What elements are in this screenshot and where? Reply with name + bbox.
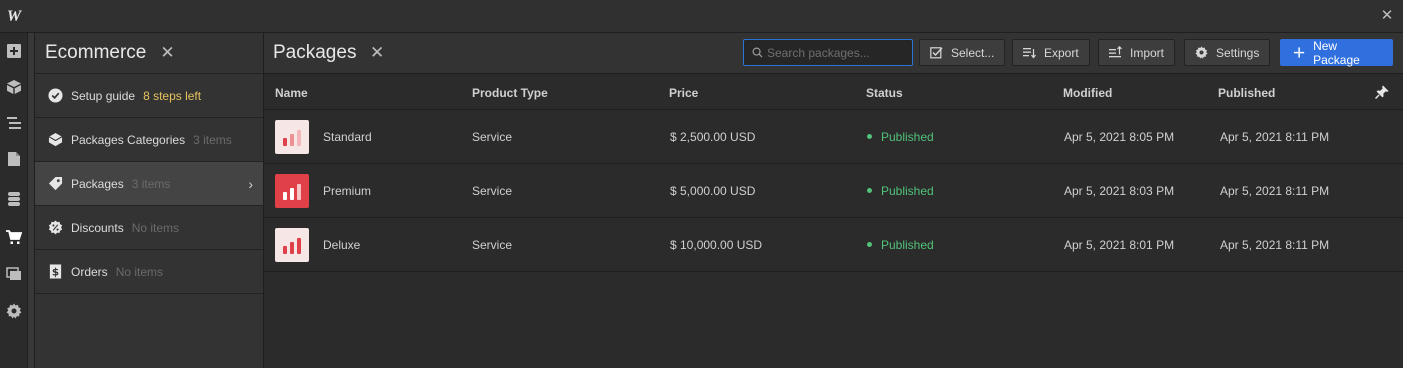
tag-icon: [47, 176, 63, 192]
item-count-note: 3 items: [131, 176, 171, 191]
webflow-logo: W: [6, 7, 22, 25]
close-packages-icon[interactable]: ✕: [370, 43, 384, 63]
ecommerce-cart-icon[interactable]: [0, 222, 28, 252]
ecommerce-item-packages[interactable]: Packages 3 items ›: [35, 162, 263, 206]
table-row[interactable]: Standard Service $ 2,500.00 USD Publishe…: [264, 110, 1403, 164]
cell-published: Apr 5, 2021 8:11 PM: [1220, 184, 1330, 198]
status-dot-icon: [867, 242, 872, 248]
navigator-icon[interactable]: [0, 108, 28, 138]
export-label: Export: [1044, 45, 1079, 60]
ecommerce-item-label: Setup guide: [71, 88, 136, 103]
chevron-right-icon: ›: [248, 176, 253, 192]
packages-title: Packages: [273, 42, 357, 63]
table-row[interactable]: Deluxe Service $ 10,000.00 USD Published…: [264, 218, 1403, 272]
ecommerce-item-orders[interactable]: $ Orders No items: [35, 250, 263, 294]
panel-divider: [28, 33, 35, 368]
settings-label: Settings: [1216, 45, 1260, 60]
discount-icon: [47, 220, 63, 236]
cell-price: $ 10,000.00 USD: [670, 238, 763, 252]
status-label: Published: [881, 130, 934, 144]
cell-product-type: Service: [472, 238, 513, 252]
ecommerce-item-label: Packages: [71, 176, 124, 191]
item-count-note: No items: [131, 220, 180, 235]
cell-status: Published: [867, 184, 934, 198]
cell-modified: Apr 5, 2021 8:01 PM: [1064, 238, 1175, 252]
svg-text:$: $: [51, 266, 58, 278]
column-header-published[interactable]: Published: [1218, 86, 1275, 100]
packages-header: Packages ✕ Select... Export Import Setti…: [264, 33, 1403, 74]
check-circle-icon: [47, 88, 63, 104]
cell-product-type: Service: [472, 184, 513, 198]
ecommerce-item-discounts[interactable]: Discounts No items: [35, 206, 263, 250]
orders-icon: $: [47, 264, 63, 280]
add-panel-icon[interactable]: [0, 36, 28, 66]
category-icon: [47, 132, 63, 148]
status-dot-icon: [867, 188, 872, 194]
cell-name: Premium: [323, 184, 372, 198]
cms-icon[interactable]: [0, 184, 28, 214]
top-bar: W ✕: [0, 0, 1403, 33]
package-thumbnail: [275, 120, 309, 154]
cell-modified: Apr 5, 2021 8:03 PM: [1064, 184, 1175, 198]
export-icon: [1023, 48, 1036, 59]
import-label: Import: [1130, 45, 1165, 60]
steps-left-note: 8 steps left: [143, 88, 202, 103]
table-header: Name Product Type Price Status Modified …: [264, 74, 1403, 110]
close-ecommerce-icon[interactable]: ✕: [160, 43, 174, 63]
package-thumbnail: [275, 228, 309, 262]
ecommerce-panel: Ecommerce ✕ Setup guide 8 steps left Pac…: [35, 33, 264, 368]
plus-icon: [1293, 47, 1305, 58]
table-row[interactable]: Premium Service $ 5,000.00 USD Published…: [264, 164, 1403, 218]
pages-icon[interactable]: [0, 144, 28, 174]
column-header-status[interactable]: Status: [866, 86, 903, 100]
cell-status: Published: [867, 130, 934, 144]
column-header-modified[interactable]: Modified: [1063, 86, 1112, 100]
close-icon[interactable]: ✕: [1379, 8, 1395, 24]
cell-published: Apr 5, 2021 8:11 PM: [1220, 130, 1330, 144]
ecommerce-title: Ecommerce: [45, 42, 147, 63]
select-button[interactable]: Select...: [919, 39, 1006, 66]
status-dot-icon: [867, 134, 872, 140]
column-header-name[interactable]: Name: [275, 86, 308, 100]
settings-button[interactable]: Settings: [1184, 39, 1271, 66]
cell-name: Deluxe: [323, 238, 361, 252]
cell-name: Standard: [323, 130, 372, 144]
cell-modified: Apr 5, 2021 8:05 PM: [1064, 130, 1175, 144]
status-label: Published: [881, 238, 934, 252]
pin-icon[interactable]: [1375, 85, 1389, 99]
search-box[interactable]: [743, 39, 913, 66]
left-toolbar: [0, 33, 28, 368]
gear-icon: [1195, 46, 1208, 59]
cell-status: Published: [867, 238, 934, 252]
ecommerce-item-label: Packages Categories: [71, 132, 186, 147]
cell-price: $ 5,000.00 USD: [670, 184, 756, 198]
status-label: Published: [881, 184, 934, 198]
export-button[interactable]: Export: [1012, 39, 1090, 66]
settings-gear-icon[interactable]: [0, 296, 28, 326]
ecommerce-item-label: Discounts: [71, 220, 124, 235]
ecommerce-header: Ecommerce ✕: [35, 33, 263, 74]
import-button[interactable]: Import: [1098, 39, 1176, 66]
search-icon: [752, 47, 763, 58]
item-count-note: No items: [115, 264, 164, 279]
packages-panel: Packages ✕ Select... Export Import Setti…: [264, 33, 1403, 368]
cell-price: $ 2,500.00 USD: [670, 130, 756, 144]
assets-icon[interactable]: [0, 259, 28, 289]
import-icon: [1109, 46, 1122, 58]
ecommerce-item-packages-categories[interactable]: Packages Categories 3 items: [35, 118, 263, 162]
search-input[interactable]: [767, 45, 907, 60]
cell-published: Apr 5, 2021 8:11 PM: [1220, 238, 1330, 252]
cell-product-type: Service: [472, 130, 513, 144]
checkbox-icon: [930, 47, 943, 59]
select-label: Select...: [951, 45, 995, 60]
package-thumbnail: [275, 174, 309, 208]
symbols-icon[interactable]: [0, 72, 28, 102]
ecommerce-item-setup-guide[interactable]: Setup guide 8 steps left: [35, 74, 263, 118]
column-header-product-type[interactable]: Product Type: [472, 86, 548, 100]
column-header-price[interactable]: Price: [669, 86, 698, 100]
new-package-label: New Package: [1313, 38, 1360, 67]
item-count-note: 3 items: [193, 132, 232, 147]
ecommerce-item-label: Orders: [71, 264, 108, 279]
new-package-button[interactable]: New Package: [1280, 38, 1393, 67]
